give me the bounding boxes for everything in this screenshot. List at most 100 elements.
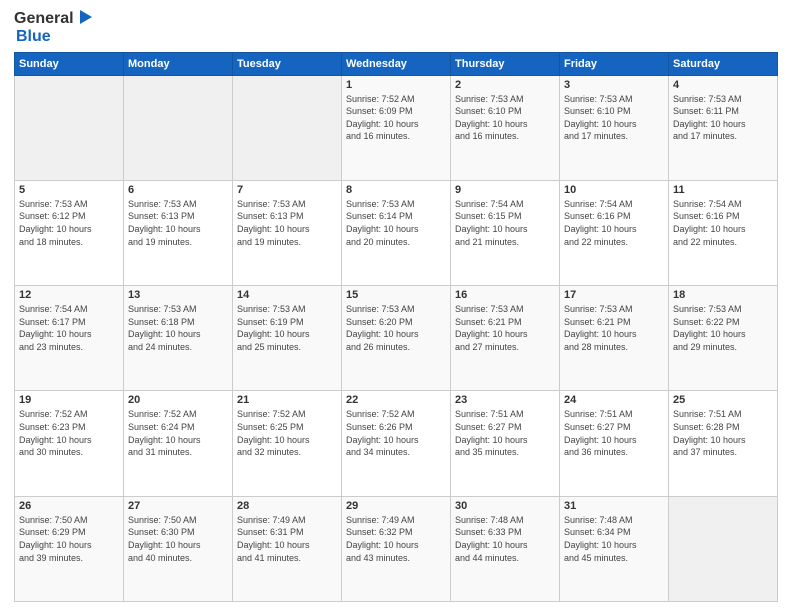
day-info: Sunrise: 7:54 AM Sunset: 6:17 PM Dayligh… [19, 303, 119, 353]
day-cell [233, 75, 342, 180]
day-info: Sunrise: 7:48 AM Sunset: 6:33 PM Dayligh… [455, 514, 555, 564]
day-info: Sunrise: 7:52 AM Sunset: 6:24 PM Dayligh… [128, 408, 228, 458]
day-info: Sunrise: 7:49 AM Sunset: 6:32 PM Dayligh… [346, 514, 446, 564]
day-cell: 11 Sunrise: 7:54 AM Sunset: 6:16 PM Dayli… [669, 180, 778, 285]
day-info: Sunrise: 7:50 AM Sunset: 6:30 PM Dayligh… [128, 514, 228, 564]
day-info: Sunrise: 7:54 AM Sunset: 6:16 PM Dayligh… [564, 198, 664, 248]
day-number: 27 [128, 500, 228, 512]
day-number: 14 [237, 289, 337, 301]
day-number: 22 [346, 394, 446, 406]
week-row-2: 5Sunrise: 7:53 AM Sunset: 6:12 PM Daylig… [15, 180, 778, 285]
day-number: 25 [673, 394, 773, 406]
day-cell: 24 Sunrise: 7:51 AM Sunset: 6:27 PM Dayli… [560, 391, 669, 496]
weekday-header-sunday: Sunday [15, 52, 124, 75]
day-cell: 27 Sunrise: 7:50 AM Sunset: 6:30 PM Dayli… [124, 496, 233, 601]
day-cell: 2 Sunrise: 7:53 AM Sunset: 6:10 PM Daylig… [451, 75, 560, 180]
day-info: Sunrise: 7:48 AM Sunset: 6:34 PM Dayligh… [564, 514, 664, 564]
day-info: Sunrise: 7:53 AM Sunset: 6:19 PM Dayligh… [237, 303, 337, 353]
day-cell: 25Sunrise: 7:51 AM Sunset: 6:28 PM Dayli… [669, 391, 778, 496]
day-number: 26 [19, 500, 119, 512]
day-number: 24 [564, 394, 664, 406]
day-cell: 15Sunrise: 7:53 AM Sunset: 6:20 PM Dayli… [342, 286, 451, 391]
day-cell: 14 Sunrise: 7:53 AM Sunset: 6:19 PM Dayli… [233, 286, 342, 391]
day-cell: 29 Sunrise: 7:49 AM Sunset: 6:32 PM Dayli… [342, 496, 451, 601]
week-row-4: 19 Sunrise: 7:52 AM Sunset: 6:23 PM Dayli… [15, 391, 778, 496]
day-info: Sunrise: 7:53 AM Sunset: 6:14 PM Dayligh… [346, 198, 446, 248]
day-cell: 8Sunrise: 7:53 AM Sunset: 6:14 PM Daylig… [342, 180, 451, 285]
day-number: 21 [237, 394, 337, 406]
day-info: Sunrise: 7:53 AM Sunset: 6:21 PM Dayligh… [564, 303, 664, 353]
day-info: Sunrise: 7:52 AM Sunset: 6:25 PM Dayligh… [237, 408, 337, 458]
day-info: Sunrise: 7:52 AM Sunset: 6:09 PM Dayligh… [346, 93, 446, 143]
day-number: 31 [564, 500, 664, 512]
day-number: 3 [564, 79, 664, 91]
weekday-header-monday: Monday [124, 52, 233, 75]
day-number: 7 [237, 184, 337, 196]
day-cell: 10Sunrise: 7:54 AM Sunset: 6:16 PM Dayli… [560, 180, 669, 285]
day-number: 20 [128, 394, 228, 406]
day-cell: 26 Sunrise: 7:50 AM Sunset: 6:29 PM Dayli… [15, 496, 124, 601]
weekday-header-friday: Friday [560, 52, 669, 75]
calendar-table: SundayMondayTuesdayWednesdayThursdayFrid… [14, 52, 778, 602]
day-cell: 12 Sunrise: 7:54 AM Sunset: 6:17 PM Dayli… [15, 286, 124, 391]
day-number: 28 [237, 500, 337, 512]
day-info: Sunrise: 7:51 AM Sunset: 6:27 PM Dayligh… [564, 408, 664, 458]
day-number: 15 [346, 289, 446, 301]
day-info: Sunrise: 7:52 AM Sunset: 6:26 PM Dayligh… [346, 408, 446, 458]
week-row-3: 12 Sunrise: 7:54 AM Sunset: 6:17 PM Dayli… [15, 286, 778, 391]
day-info: Sunrise: 7:53 AM Sunset: 6:13 PM Dayligh… [237, 198, 337, 248]
day-number: 2 [455, 79, 555, 91]
day-number: 11 [673, 184, 773, 196]
day-cell: 23Sunrise: 7:51 AM Sunset: 6:27 PM Dayli… [451, 391, 560, 496]
calendar-header: SundayMondayTuesdayWednesdayThursdayFrid… [15, 52, 778, 75]
day-cell: 17 Sunrise: 7:53 AM Sunset: 6:21 PM Dayli… [560, 286, 669, 391]
day-info: Sunrise: 7:53 AM Sunset: 6:13 PM Dayligh… [128, 198, 228, 248]
day-cell: 21 Sunrise: 7:52 AM Sunset: 6:25 PM Dayli… [233, 391, 342, 496]
day-number: 17 [564, 289, 664, 301]
day-info: Sunrise: 7:52 AM Sunset: 6:23 PM Dayligh… [19, 408, 119, 458]
weekday-header-row: SundayMondayTuesdayWednesdayThursdayFrid… [15, 52, 778, 75]
day-info: Sunrise: 7:53 AM Sunset: 6:21 PM Dayligh… [455, 303, 555, 353]
day-info: Sunrise: 7:53 AM Sunset: 6:11 PM Dayligh… [673, 93, 773, 143]
day-number: 9 [455, 184, 555, 196]
day-info: Sunrise: 7:49 AM Sunset: 6:31 PM Dayligh… [237, 514, 337, 564]
day-cell [669, 496, 778, 601]
day-cell: 3Sunrise: 7:53 AM Sunset: 6:10 PM Daylig… [560, 75, 669, 180]
day-cell: 30 Sunrise: 7:48 AM Sunset: 6:33 PM Dayli… [451, 496, 560, 601]
day-number: 29 [346, 500, 446, 512]
day-number: 19 [19, 394, 119, 406]
day-info: Sunrise: 7:53 AM Sunset: 6:10 PM Dayligh… [455, 93, 555, 143]
day-number: 1 [346, 79, 446, 91]
day-number: 13 [128, 289, 228, 301]
day-number: 18 [673, 289, 773, 301]
day-cell: 6 Sunrise: 7:53 AM Sunset: 6:13 PM Daylig… [124, 180, 233, 285]
day-cell: 19 Sunrise: 7:52 AM Sunset: 6:23 PM Dayli… [15, 391, 124, 496]
week-row-5: 26 Sunrise: 7:50 AM Sunset: 6:29 PM Dayli… [15, 496, 778, 601]
day-number: 4 [673, 79, 773, 91]
day-info: Sunrise: 7:51 AM Sunset: 6:27 PM Dayligh… [455, 408, 555, 458]
day-cell: 31 Sunrise: 7:48 AM Sunset: 6:34 PM Dayli… [560, 496, 669, 601]
day-cell: 22 Sunrise: 7:52 AM Sunset: 6:26 PM Dayli… [342, 391, 451, 496]
day-cell [15, 75, 124, 180]
weekday-header-tuesday: Tuesday [233, 52, 342, 75]
day-cell: 9 Sunrise: 7:54 AM Sunset: 6:15 PM Daylig… [451, 180, 560, 285]
weekday-header-thursday: Thursday [451, 52, 560, 75]
day-info: Sunrise: 7:53 AM Sunset: 6:18 PM Dayligh… [128, 303, 228, 353]
day-number: 12 [19, 289, 119, 301]
day-cell: 5Sunrise: 7:53 AM Sunset: 6:12 PM Daylig… [15, 180, 124, 285]
weekday-header-saturday: Saturday [669, 52, 778, 75]
day-info: Sunrise: 7:54 AM Sunset: 6:16 PM Dayligh… [673, 198, 773, 248]
day-number: 30 [455, 500, 555, 512]
day-info: Sunrise: 7:50 AM Sunset: 6:29 PM Dayligh… [19, 514, 119, 564]
page: GeneralBlue SundayMondayTuesdayWednesday… [0, 0, 792, 612]
day-cell: 28 Sunrise: 7:49 AM Sunset: 6:31 PM Dayli… [233, 496, 342, 601]
day-cell: 20 Sunrise: 7:52 AM Sunset: 6:24 PM Dayli… [124, 391, 233, 496]
calendar-body: 1 Sunrise: 7:52 AM Sunset: 6:09 PM Daylig… [15, 75, 778, 601]
day-number: 5 [19, 184, 119, 196]
day-number: 6 [128, 184, 228, 196]
day-cell: 13 Sunrise: 7:53 AM Sunset: 6:18 PM Dayli… [124, 286, 233, 391]
day-cell: 16Sunrise: 7:53 AM Sunset: 6:21 PM Dayli… [451, 286, 560, 391]
day-cell: 1 Sunrise: 7:52 AM Sunset: 6:09 PM Daylig… [342, 75, 451, 180]
day-cell [124, 75, 233, 180]
day-info: Sunrise: 7:54 AM Sunset: 6:15 PM Dayligh… [455, 198, 555, 248]
